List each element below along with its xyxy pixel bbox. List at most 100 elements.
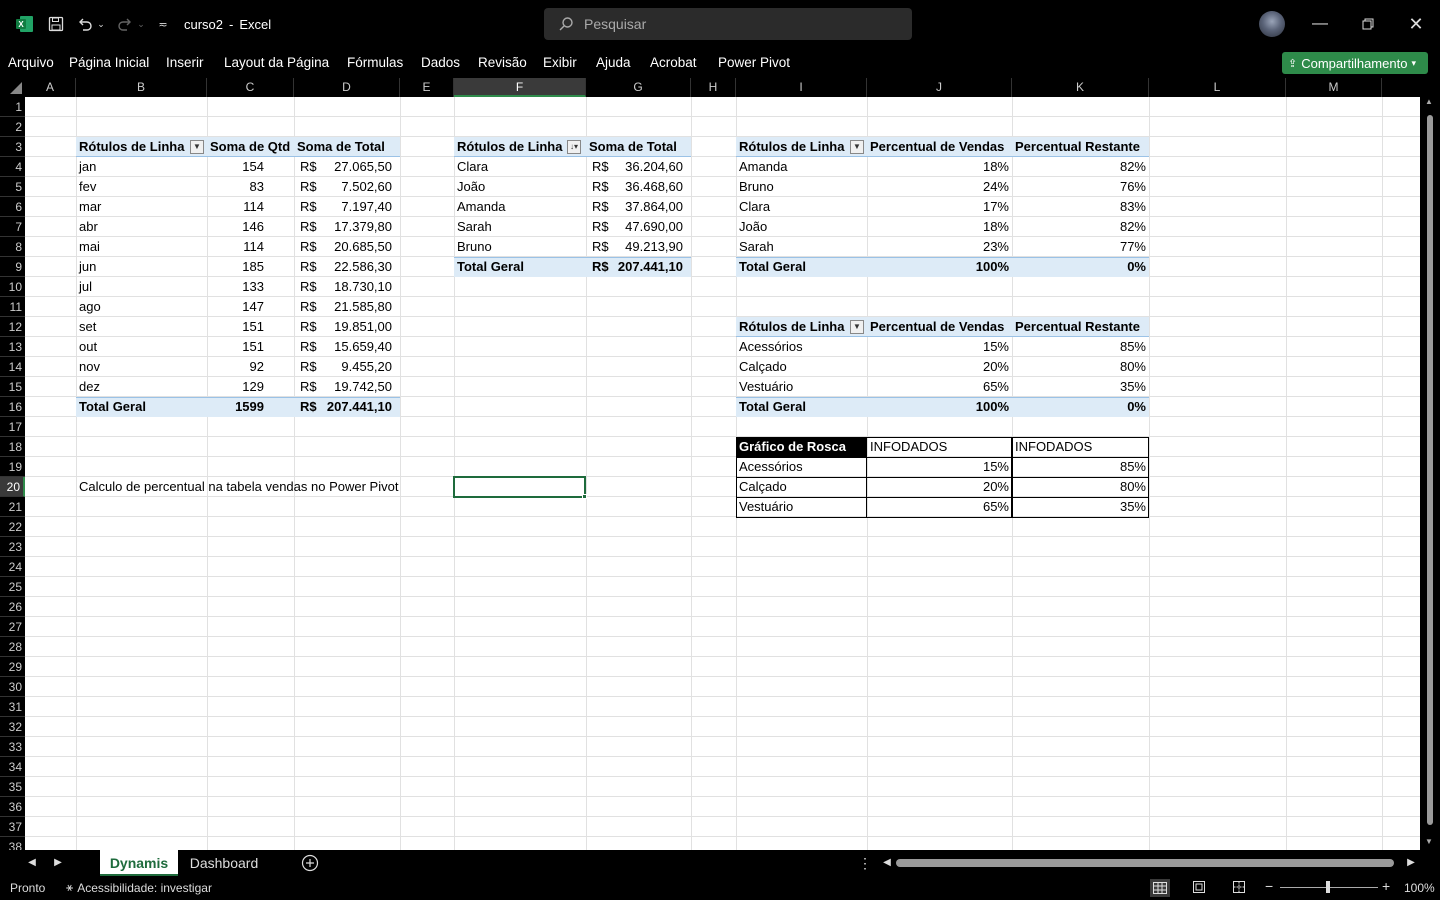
row-header[interactable]: 27 [0,617,25,637]
normal-view-icon[interactable] [1150,879,1170,897]
column-header-b[interactable]: B [76,78,207,97]
row-header[interactable]: 31 [0,697,25,717]
vertical-scroll-thumb[interactable] [1427,115,1433,825]
tab-layout[interactable]: Layout da Página [224,48,329,78]
tab-dados[interactable]: Dados [421,48,460,78]
row-header[interactable]: 11 [0,297,25,317]
restore-icon[interactable] [1348,0,1388,48]
column-header-i[interactable]: I [736,78,867,97]
filter-dropdown-icon[interactable]: ▼ [850,320,864,334]
row-header[interactable]: 14 [0,357,25,377]
tab-acrobat[interactable]: Acrobat [650,48,697,78]
horizontal-scroll-thumb[interactable] [896,859,1394,867]
minimize-icon[interactable]: — [1300,0,1340,48]
sheet-tab-dynamis[interactable]: Dynamis [100,850,178,876]
column-header-j[interactable]: J [867,78,1012,97]
tab-exibir[interactable]: Exibir [543,48,577,78]
row-header[interactable]: 7 [0,217,25,237]
tab-inserir[interactable]: Inserir [166,48,204,78]
page-break-icon[interactable] [1232,880,1246,897]
zoom-level[interactable]: 100% [1404,881,1435,895]
fill-handle[interactable] [582,494,587,499]
column-header-h[interactable]: H [691,78,736,97]
column-header-m[interactable]: M [1286,78,1382,97]
column-header-f[interactable]: F [454,78,586,97]
row-header[interactable]: 16 [0,397,25,417]
row-header[interactable]: 26 [0,597,25,617]
tab-formulas[interactable]: Fórmulas [347,48,403,78]
redo-dropdown-icon[interactable]: ⌄ [135,0,147,48]
more-options-icon[interactable]: ⋮ [858,850,872,876]
scroll-up-icon[interactable]: ▲ [1425,97,1433,106]
row-header[interactable]: 20 [0,477,25,497]
add-sheet-icon[interactable] [298,850,322,876]
sheet-tab-dashboard[interactable]: Dashboard [182,850,266,876]
row-header[interactable]: 18 [0,437,25,457]
row-header[interactable]: 1 [0,97,25,117]
row-header[interactable]: 30 [0,677,25,697]
row-header[interactable]: 37 [0,817,25,837]
close-icon[interactable]: ✕ [1396,0,1436,48]
tab-power-pivot[interactable]: Power Pivot [718,48,790,78]
row-header[interactable]: 24 [0,557,25,577]
hscroll-right-icon[interactable]: ▶ [1404,850,1418,876]
row-header[interactable]: 25 [0,577,25,597]
scroll-down-icon[interactable]: ▼ [1425,837,1433,846]
zoom-in-icon[interactable]: + [1382,878,1390,894]
row-header[interactable]: 34 [0,757,25,777]
row-header[interactable]: 12 [0,317,25,337]
undo-icon[interactable] [74,0,96,48]
column-header-c[interactable]: C [207,78,294,97]
row-header[interactable]: 22 [0,517,25,537]
column-header-g[interactable]: G [586,78,691,97]
undo-dropdown-icon[interactable]: ⌄ [95,0,107,48]
row-header[interactable]: 15 [0,377,25,397]
redo-icon[interactable] [114,0,136,48]
tab-scroll-right-icon[interactable]: ▶ [48,850,68,876]
vertical-scrollbar[interactable]: ▲ ▼ [1420,97,1440,850]
zoom-out-icon[interactable]: − [1265,878,1273,894]
row-header[interactable]: 38 [0,837,25,850]
row-header[interactable]: 17 [0,417,25,437]
zoom-slider-thumb[interactable] [1326,881,1330,893]
selected-cell-f20[interactable] [453,476,586,498]
row-header[interactable]: 32 [0,717,25,737]
accessibility-status[interactable]: ⚹ Acessibilidade: investigar [66,880,212,895]
row-header[interactable]: 6 [0,197,25,217]
row-header[interactable]: 23 [0,537,25,557]
column-header-e[interactable]: E [400,78,454,97]
row-header[interactable]: 5 [0,177,25,197]
tab-revisao[interactable]: Revisão [478,48,527,78]
row-header[interactable]: 33 [0,737,25,757]
page-layout-icon[interactable] [1192,880,1206,897]
row-header[interactable]: 9 [0,257,25,277]
row-header[interactable]: 4 [0,157,25,177]
tab-arquivo[interactable]: Arquivo [8,48,54,78]
sort-filter-icon[interactable]: ↓▾ [567,140,581,154]
column-header-d[interactable]: D [294,78,400,97]
filter-dropdown-icon[interactable]: ▼ [190,140,204,154]
row-header[interactable]: 19 [0,457,25,477]
row-header[interactable]: 13 [0,337,25,357]
row-header[interactable]: 2 [0,117,25,137]
row-header[interactable]: 10 [0,277,25,297]
tab-ajuda[interactable]: Ajuda [596,48,631,78]
save-icon[interactable] [44,0,68,48]
row-header[interactable]: 28 [0,637,25,657]
column-header-k[interactable]: K [1012,78,1149,97]
row-header[interactable]: 35 [0,777,25,797]
row-header[interactable]: 8 [0,237,25,257]
row-header[interactable]: 21 [0,497,25,517]
hscroll-left-icon[interactable]: ◀ [880,850,894,876]
row-header[interactable]: 36 [0,797,25,817]
customize-toolbar-icon[interactable]: ≂ [154,0,172,48]
tab-pagina-inicial[interactable]: Página Inicial [69,48,149,78]
share-button[interactable]: ⇪ Compartilhamento ▾ [1282,52,1428,74]
row-header[interactable]: 3 [0,137,25,157]
search-box[interactable]: Pesquisar [544,8,912,40]
filter-dropdown-icon[interactable]: ▼ [850,140,864,154]
select-all-corner[interactable] [0,78,25,97]
tab-scroll-left-icon[interactable]: ◀ [22,850,42,876]
spreadsheet-grid[interactable]: A B C D E F G H I J K L M 1 2 3 4 5 6 7 8 9 10 11 1… [0,78,1420,850]
column-header-a[interactable]: A [25,78,76,97]
